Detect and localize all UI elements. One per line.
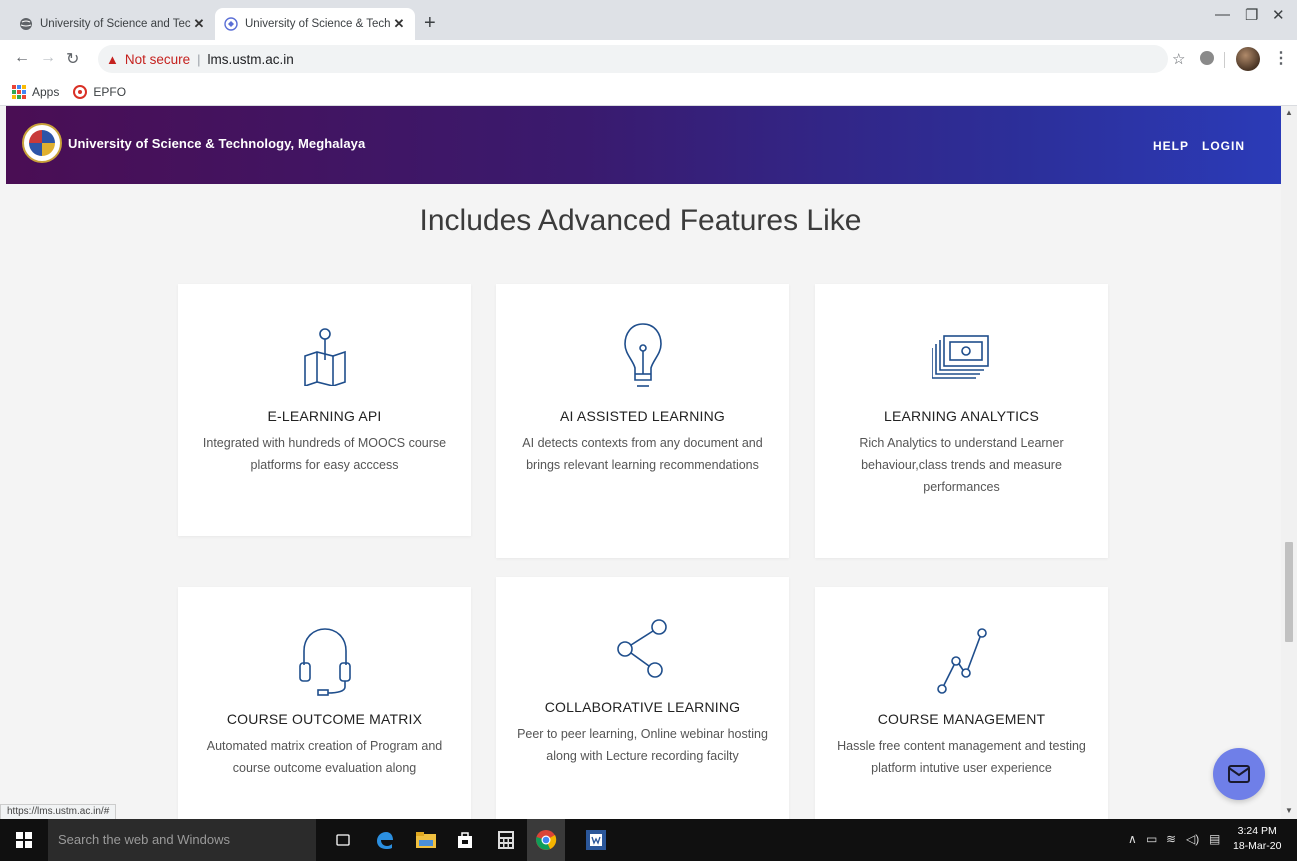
bookmark-label: EPFO: [93, 84, 127, 99]
forward-arrow-icon[interactable]: →: [40, 49, 56, 67]
university-logo[interactable]: [22, 123, 62, 163]
feature-card-learning-analytics: LEARNING ANALYTICS Rich Analytics to und…: [815, 284, 1108, 558]
taskbar-clock[interactable]: 3:24 PM 18-Mar-20: [1233, 824, 1281, 854]
file-explorer-icon[interactable]: [413, 827, 439, 853]
minimize-icon[interactable]: —: [1215, 6, 1230, 23]
tab-close-icon[interactable]: ✕: [191, 16, 207, 32]
line-graph-icon: [815, 627, 1108, 697]
clock-time: 3:24 PM: [1237, 825, 1277, 837]
browser-toolbar: ← → ↻ ▲ Not secure | lms.ustm.ac.in ☆ ⋮: [0, 40, 1297, 78]
new-tab-button[interactable]: +: [424, 12, 436, 35]
bookmark-epfo[interactable]: EPFO: [73, 84, 127, 99]
url-text[interactable]: lms.ustm.ac.in: [208, 52, 294, 67]
word-icon[interactable]: [583, 827, 609, 853]
map-pin-icon: [178, 326, 471, 386]
globe-icon: [18, 16, 34, 32]
money-stack-icon: [815, 334, 1108, 382]
card-description: Integrated with hundreds of MOOCS course…: [202, 436, 447, 472]
card-title: AI ASSISTED LEARNING: [559, 408, 726, 424]
page-viewport: University of Science & Technology, Megh…: [0, 106, 1281, 819]
browser-tab-title: University of Science and Techno: [40, 18, 191, 30]
edge-browser-icon[interactable]: [371, 827, 397, 853]
chat-message-button[interactable]: [1213, 748, 1265, 800]
windows-start-button[interactable]: [0, 819, 48, 861]
profile-avatar[interactable]: [1236, 47, 1260, 71]
headset-icon: [178, 625, 471, 697]
card-description: Automated matrix creation of Program and…: [206, 739, 443, 775]
card-title: COURSE MANAGEMENT: [877, 711, 1046, 727]
browser-tab-1[interactable]: University of Science and Techno ✕: [10, 8, 215, 40]
status-bar-url: https://lms.ustm.ac.in/#: [0, 804, 117, 819]
site-name[interactable]: University of Science & Technology, Megh…: [68, 136, 365, 151]
tray-chevron-icon[interactable]: ∧: [1128, 832, 1137, 846]
notification-icon[interactable]: ▤: [1209, 832, 1220, 846]
site-header: University of Science & Technology, Megh…: [6, 106, 1281, 184]
section-title: Includes Advanced Features Like: [419, 204, 862, 237]
tab-close-icon[interactable]: ✕: [391, 16, 407, 32]
envelope-icon: [1228, 765, 1250, 783]
bookmark-apps[interactable]: Apps: [12, 84, 60, 99]
card-description: Hassle free content management and testi…: [837, 739, 1086, 775]
toolbar-divider: [1224, 52, 1225, 68]
store-bag-icon[interactable]: [452, 827, 478, 853]
not-secure-label[interactable]: Not secure: [125, 52, 190, 67]
browser-tab-2[interactable]: University of Science & Technolo ✕: [215, 8, 415, 40]
apps-grid-icon: [12, 84, 26, 99]
browser-tab-strip: University of Science and Techno ✕ Unive…: [0, 0, 1297, 40]
card-description: Peer to peer learning, Online webinar ho…: [517, 727, 768, 763]
bookmark-label: Apps: [32, 84, 60, 99]
scroll-down-arrow-icon[interactable]: ▼: [1285, 806, 1293, 815]
page-scrollbar[interactable]: ▲ ▼: [1281, 106, 1297, 819]
feature-card-course-outcome-matrix: COURSE OUTCOME MATRIX Automated matrix c…: [178, 587, 471, 819]
back-arrow-icon[interactable]: ←: [14, 49, 30, 67]
feature-card-course-management: COURSE MANAGEMENT Hassle free content ma…: [815, 587, 1108, 819]
extension-icon[interactable]: [1200, 51, 1214, 65]
help-link[interactable]: HELP: [1153, 139, 1189, 153]
windows-taskbar: Search the web and Windows ∧ ▭ ≋ ◁) ▤ 3:…: [0, 819, 1297, 861]
card-description: Rich Analytics to understand Learner beh…: [859, 436, 1064, 494]
site-favicon-icon: [223, 16, 239, 32]
feature-card-e-learning-api: E-LEARNING API Integrated with hundreds …: [178, 284, 471, 536]
card-title: LEARNING ANALYTICS: [883, 408, 1040, 424]
epfo-icon: [73, 84, 88, 99]
card-title: E-LEARNING API: [267, 408, 382, 424]
task-view-icon[interactable]: [330, 827, 356, 853]
address-separator: |: [197, 51, 201, 67]
warning-triangle-icon: ▲: [106, 51, 119, 67]
calculator-icon[interactable]: [493, 827, 519, 853]
card-title: COURSE OUTCOME MATRIX: [226, 711, 423, 727]
light-bulb-icon: [496, 320, 789, 392]
battery-icon[interactable]: ▭: [1146, 832, 1157, 846]
restore-icon[interactable]: ❐: [1245, 6, 1258, 24]
wifi-icon[interactable]: ≋: [1166, 832, 1176, 846]
clock-date: 18-Mar-20: [1233, 840, 1282, 852]
windows-logo-icon: [16, 832, 32, 848]
browser-tab-title: University of Science & Technolo: [245, 18, 391, 30]
login-link[interactable]: LOGIN: [1202, 139, 1245, 153]
chrome-taskbar-icon[interactable]: [527, 819, 565, 861]
scroll-up-arrow-icon[interactable]: ▲: [1285, 108, 1293, 117]
feature-card-ai-assisted-learning: AI ASSISTED LEARNING AI detects contexts…: [496, 284, 789, 558]
taskbar-search-box[interactable]: Search the web and Windows: [48, 819, 316, 861]
feature-card-collaborative-learning: COLLABORATIVE LEARNING Peer to peer lear…: [496, 577, 789, 819]
reload-icon[interactable]: ↻: [66, 49, 79, 69]
card-title: COLLABORATIVE LEARNING: [544, 699, 741, 715]
window-close-icon[interactable]: ✕: [1272, 6, 1285, 24]
address-bar[interactable]: ▲ Not secure | lms.ustm.ac.in: [98, 45, 1168, 73]
volume-icon[interactable]: ◁): [1186, 832, 1199, 846]
card-description: AI detects contexts from any document an…: [522, 436, 763, 472]
scrollbar-thumb[interactable]: [1285, 542, 1293, 642]
share-icon: [496, 617, 789, 679]
bookmarks-bar: Apps EPFO: [0, 78, 1297, 106]
bookmark-star-icon[interactable]: ☆: [1172, 50, 1185, 68]
browser-menu-icon[interactable]: ⋮: [1273, 48, 1289, 68]
